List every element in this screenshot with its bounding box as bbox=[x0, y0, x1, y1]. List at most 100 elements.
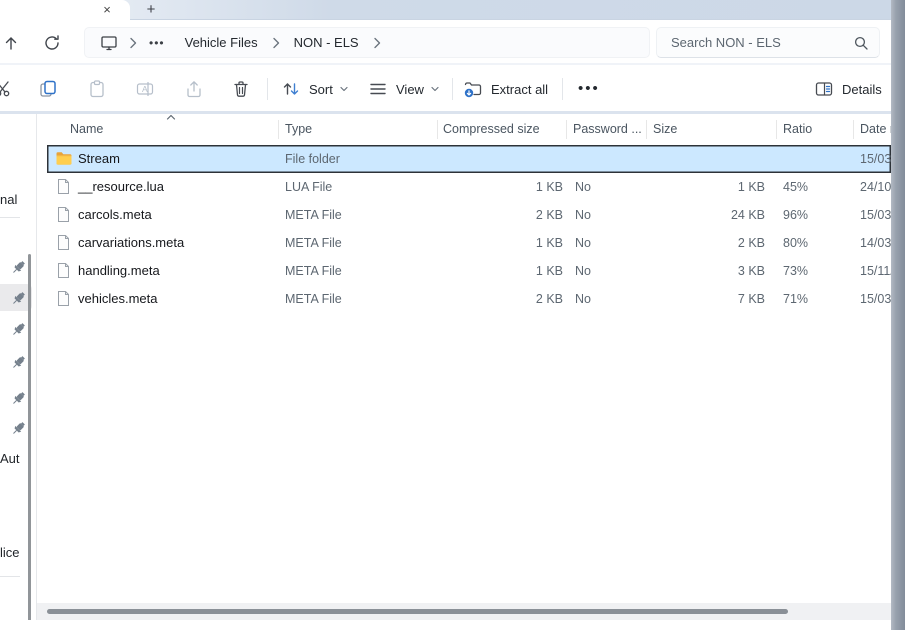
file-size: 7 KB bbox=[737, 292, 765, 306]
file-row[interactable]: carcols.meta META File 2 KB No 24 KB 96%… bbox=[47, 201, 891, 229]
search-box[interactable] bbox=[656, 27, 880, 58]
delete-button[interactable] bbox=[231, 77, 251, 101]
file-list: Name Type Compressed size Password ... S… bbox=[37, 114, 891, 630]
cut-icon bbox=[0, 81, 10, 97]
file-type: META File bbox=[285, 208, 342, 222]
file-row[interactable]: vehicles.meta META File 2 KB No 7 KB 71%… bbox=[47, 285, 891, 313]
new-tab-button[interactable]: + bbox=[141, 0, 161, 19]
file-date-modified: 15/11/ bbox=[860, 264, 891, 278]
file-row[interactable]: __resource.lua LUA File 1 KB No 1 KB 45%… bbox=[47, 173, 891, 201]
more-options-button[interactable]: ••• bbox=[578, 77, 600, 101]
horizontal-scrollbar[interactable] bbox=[37, 603, 891, 620]
sidebar-item-label-partial[interactable]: nal bbox=[0, 192, 17, 207]
copy-icon bbox=[40, 80, 56, 97]
column-divider[interactable] bbox=[776, 120, 777, 139]
file-name: vehicles.meta bbox=[78, 291, 158, 306]
navigation-pane: nal Aut lice bbox=[0, 114, 36, 630]
pin-icon[interactable] bbox=[10, 390, 27, 407]
file-row[interactable]: Stream File folder 15/03/ bbox=[47, 145, 891, 173]
file-compressed-size: 1 KB bbox=[535, 264, 563, 278]
horizontal-scrollbar-thumb[interactable] bbox=[47, 609, 788, 614]
file-name: carcols.meta bbox=[78, 207, 152, 222]
file-icon bbox=[58, 179, 69, 194]
view-button[interactable]: View bbox=[368, 77, 441, 101]
file-icon bbox=[58, 263, 69, 278]
search-icon[interactable] bbox=[853, 35, 869, 51]
up-arrow-icon[interactable] bbox=[1, 33, 21, 53]
file-date-modified: 24/10/ bbox=[860, 180, 891, 194]
toolbar-separator bbox=[452, 78, 453, 100]
pin-icon[interactable] bbox=[10, 321, 27, 338]
breadcrumb-chevron-icon bbox=[272, 37, 279, 48]
this-pc-icon[interactable] bbox=[99, 33, 119, 53]
share-button[interactable] bbox=[184, 77, 204, 101]
details-button[interactable]: Details bbox=[814, 77, 882, 101]
rename-button[interactable]: A bbox=[135, 77, 155, 101]
file-password: No bbox=[575, 292, 591, 306]
pin-icon[interactable] bbox=[10, 290, 27, 307]
file-date-modified: 15/03/ bbox=[860, 208, 891, 222]
breadcrumb-segment-non-els[interactable]: NON - ELS bbox=[290, 35, 363, 50]
extract-all-button[interactable]: Extract all bbox=[463, 77, 548, 101]
file-name: __resource.lua bbox=[78, 179, 164, 194]
sidebar-scrollbar[interactable] bbox=[28, 254, 31, 630]
file-date-modified: 15/03/ bbox=[860, 152, 891, 166]
file-ratio: 71% bbox=[783, 292, 809, 306]
column-divider[interactable] bbox=[853, 120, 854, 139]
file-compressed-size: 2 KB bbox=[535, 292, 563, 306]
details-label: Details bbox=[842, 81, 882, 97]
column-divider[interactable] bbox=[646, 120, 647, 139]
file-password: No bbox=[575, 208, 591, 222]
file-name: handling.meta bbox=[78, 263, 160, 278]
column-header-compressed-size[interactable]: Compressed size bbox=[443, 122, 540, 136]
tab-bar: × + bbox=[0, 0, 905, 20]
sidebar-item-label-partial[interactable]: Aut bbox=[0, 451, 20, 466]
command-toolbar: A Sort View Extract all ••• Details bbox=[0, 63, 905, 114]
breadcrumb-overflow-button[interactable]: ••• bbox=[147, 36, 167, 50]
pin-icon[interactable] bbox=[10, 420, 27, 437]
column-divider[interactable] bbox=[566, 120, 567, 139]
tab-close-icon[interactable]: × bbox=[98, 1, 116, 19]
pin-icon[interactable] bbox=[10, 259, 27, 276]
cut-button[interactable] bbox=[0, 77, 13, 101]
paste-button[interactable] bbox=[87, 77, 107, 101]
breadcrumb-chevron-icon bbox=[130, 37, 137, 48]
file-row[interactable]: carvariations.meta META File 1 KB No 2 K… bbox=[47, 229, 891, 257]
search-input[interactable] bbox=[657, 28, 879, 57]
copy-button[interactable] bbox=[38, 77, 58, 101]
extract-all-label: Extract all bbox=[491, 81, 549, 97]
column-divider[interactable] bbox=[278, 120, 279, 139]
pin-icon[interactable] bbox=[10, 354, 27, 371]
view-icon bbox=[370, 83, 386, 95]
sidebar-item-label-partial[interactable]: lice bbox=[0, 545, 20, 560]
column-divider[interactable] bbox=[437, 120, 438, 139]
file-explorer-window: × + ••• Vehicle Files NON - ELS Search N… bbox=[0, 0, 905, 630]
file-type: File folder bbox=[285, 152, 340, 166]
details-pane-icon bbox=[815, 82, 833, 96]
file-row[interactable]: handling.meta META File 1 KB No 3 KB 73%… bbox=[47, 257, 891, 285]
toolbar-separator bbox=[267, 78, 268, 100]
file-ratio: 73% bbox=[783, 264, 809, 278]
file-password: No bbox=[575, 180, 591, 194]
file-compressed-size: 1 KB bbox=[535, 236, 563, 250]
sort-button[interactable]: Sort bbox=[281, 77, 350, 101]
file-date-modified: 15/03/ bbox=[860, 292, 891, 306]
column-header-size[interactable]: Size bbox=[653, 122, 677, 136]
column-header-ratio[interactable]: Ratio bbox=[783, 122, 812, 136]
tab-active[interactable]: × bbox=[0, 0, 130, 20]
breadcrumb-chevron-icon bbox=[373, 37, 380, 48]
refresh-icon[interactable] bbox=[42, 33, 62, 53]
breadcrumb-segment-vehicle-files[interactable]: Vehicle Files bbox=[181, 35, 262, 50]
column-header-name[interactable]: Name bbox=[70, 122, 103, 136]
folder-icon bbox=[56, 152, 72, 165]
file-size: 2 KB bbox=[737, 236, 765, 250]
file-icon bbox=[58, 235, 69, 250]
navigation-bar: ••• Vehicle Files NON - ELS bbox=[0, 21, 905, 63]
column-header-type[interactable]: Type bbox=[285, 122, 312, 136]
background-window-edge bbox=[891, 0, 905, 630]
file-size: 1 KB bbox=[737, 180, 765, 194]
column-header-password[interactable]: Password ... bbox=[573, 122, 642, 136]
file-ratio: 45% bbox=[783, 180, 809, 194]
column-header-date-modified[interactable]: Date m bbox=[860, 122, 891, 136]
file-ratio: 80% bbox=[783, 236, 809, 250]
